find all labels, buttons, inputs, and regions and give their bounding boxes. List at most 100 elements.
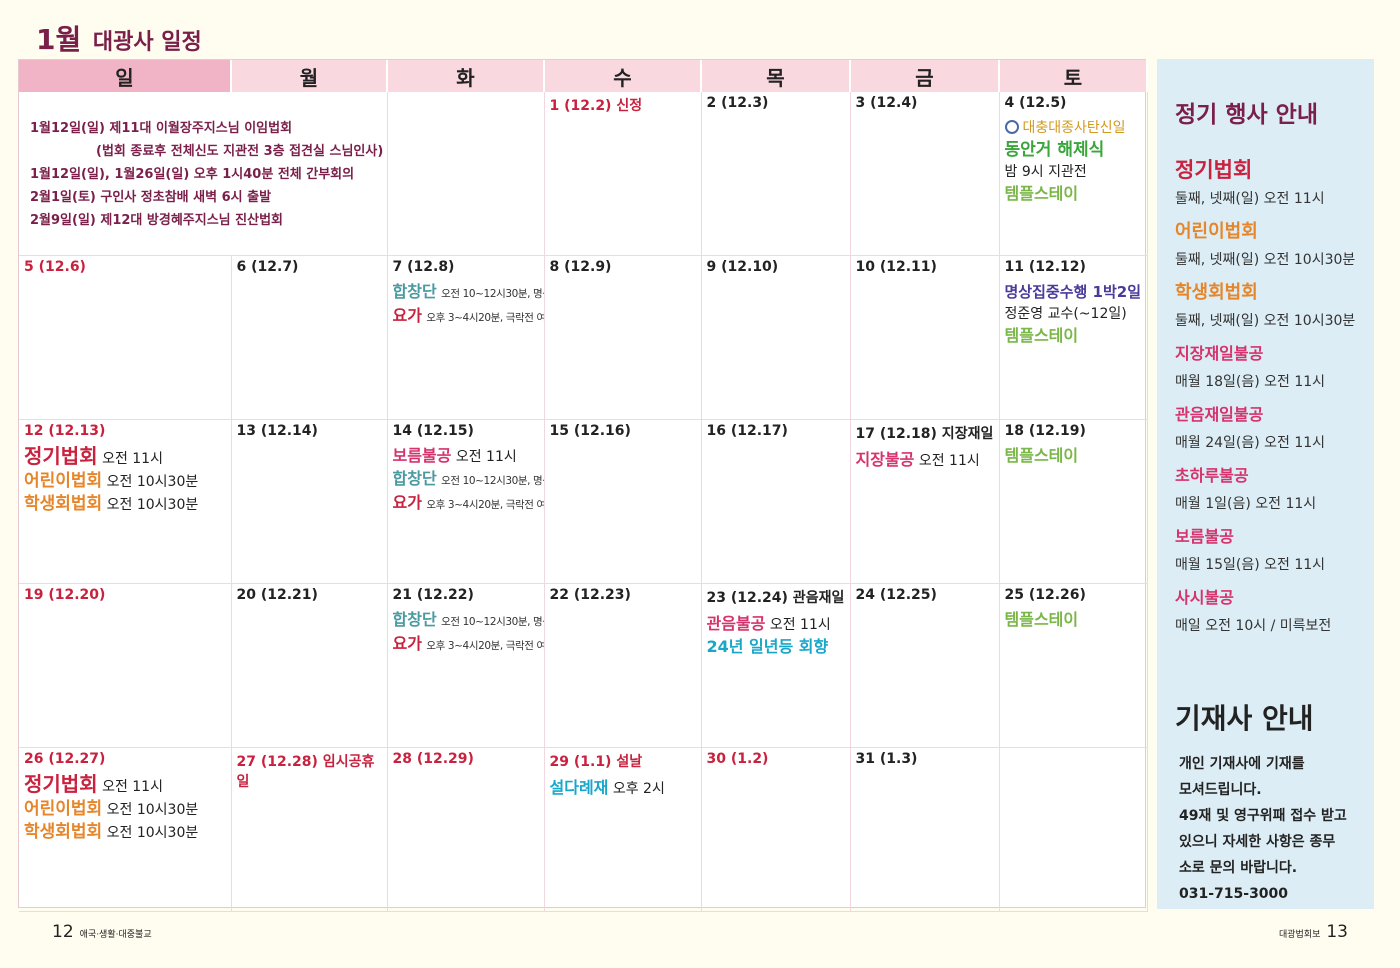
day-number: 31 (1.3) bbox=[855, 750, 918, 767]
memorial-title: 기재사 안내 bbox=[1175, 702, 1314, 735]
day-cell-28[interactable]: 28 (12.29) bbox=[387, 747, 545, 912]
day-cell-30[interactable]: 30 (1.2) bbox=[701, 747, 851, 912]
week-5: 26 (12.27) 정기법회 오전 11시 어린이법회 오전 10시30분 학… bbox=[19, 747, 1148, 912]
day-cell-26[interactable]: 26 (12.27) 정기법회 오전 11시 어린이법회 오전 10시30분 학… bbox=[19, 747, 232, 912]
event-text: 관음불공 bbox=[706, 613, 766, 633]
day-cell-9[interactable]: 9 (12.10) bbox=[701, 255, 851, 420]
event-text: 템플스테이 bbox=[1004, 184, 1079, 203]
day-number: 29 (1.1) 설날 bbox=[549, 753, 643, 770]
event-name: 보름불공 bbox=[1175, 527, 1234, 546]
day-cell-7[interactable]: 7 (12.8) 합창단 오전 10~12시30분, 명상대 강의실 요가 오후… bbox=[387, 255, 545, 420]
day-number: 23 (12.24) 관음재일 bbox=[706, 589, 845, 606]
event-name: 관음재일불공 bbox=[1175, 405, 1264, 424]
day-number: 27 (12.28) 임시공휴일 bbox=[236, 753, 375, 790]
day-cell-14[interactable]: 14 (12.15) 보름불공 오전 11시 합창단 오전 10~12시30분,… bbox=[387, 419, 545, 584]
weekday-wed: 수 bbox=[544, 60, 702, 92]
event-detail: 오전 10~12시30분, 명상대 강의실 bbox=[441, 287, 543, 300]
day-number: 9 (12.10) bbox=[706, 258, 779, 275]
day-number: 25 (12.26) bbox=[1004, 586, 1086, 603]
weekday-sat: 토 bbox=[999, 60, 1148, 92]
event-name: 사시불공 bbox=[1175, 588, 1234, 607]
event-desc: 둘째, 넷째(일) 오전 10시30분 bbox=[1175, 313, 1356, 329]
event-text: 요가 bbox=[392, 305, 422, 325]
phone-number: 031-715-3000 bbox=[1179, 886, 1289, 902]
day-cell-31[interactable]: 31 (1.3) bbox=[850, 747, 1000, 912]
day-cell-10[interactable]: 10 (12.11) bbox=[850, 255, 1000, 420]
event-text: 템플스테이 bbox=[1004, 325, 1079, 345]
event-text: 정기법회 bbox=[24, 443, 98, 468]
event-text: 보름불공 bbox=[392, 445, 452, 465]
footer-slogan: 애국·생활·대중불교 bbox=[79, 930, 152, 940]
day-cell-16[interactable]: 16 (12.17) bbox=[701, 419, 851, 584]
day-number: 14 (12.15) bbox=[392, 422, 474, 439]
event-desc: 둘째, 넷째(일) 오전 11시 bbox=[1175, 191, 1325, 207]
event-detail: 오후 3~4시20분, 극락전 여시관 bbox=[426, 311, 543, 324]
day-cell-15[interactable]: 15 (12.16) bbox=[544, 419, 702, 584]
day-cell-22[interactable]: 22 (12.23) bbox=[544, 583, 702, 748]
weekday-sun: 일 bbox=[19, 60, 232, 92]
publication-name: 대광법회보 bbox=[1278, 930, 1321, 940]
event-text: 대충대종사탄신일 bbox=[1022, 120, 1126, 136]
memorial-line: 모셔드립니다. bbox=[1179, 782, 1262, 798]
event-detail: 오전 10시30분 bbox=[106, 473, 199, 490]
day-cell-29[interactable]: 29 (1.1) 설날 설다례재 오후 2시 bbox=[544, 747, 702, 912]
memorial-text: 개인 기재사에 기재를 모셔드립니다. 49재 및 영구위패 접수 받고 있으니… bbox=[1175, 751, 1359, 907]
day-cell-12[interactable]: 12 (12.13) 정기법회 오전 11시 어린이법회 오전 10시30분 학… bbox=[19, 419, 232, 584]
day-cell-13[interactable]: 13 (12.14) bbox=[231, 419, 388, 584]
day-cell-8[interactable]: 8 (12.9) bbox=[544, 255, 702, 420]
notice-line: 2월9일(일) 제12대 방경혜주지스님 진산법회 bbox=[30, 213, 284, 228]
event-desc: 매월 15일(음) 오전 11시 bbox=[1175, 557, 1326, 573]
day-cell-19[interactable]: 19 (12.20) bbox=[19, 583, 232, 748]
day-cell-6[interactable]: 6 (12.7) bbox=[231, 255, 388, 420]
day-cell-24[interactable]: 24 (12.25) bbox=[850, 583, 1000, 748]
day-number: 2 (12.3) bbox=[706, 95, 769, 111]
event-name: 어린이법회 bbox=[1175, 221, 1258, 242]
day-cell-21[interactable]: 21 (12.22) 합창단 오전 10~12시30분, 명상대 강의실 요가 … bbox=[387, 583, 545, 748]
event-text: 24년 일년등 회향 bbox=[706, 636, 829, 656]
event-detail: 오전 10~12시30분, 명상대 강의실 bbox=[441, 474, 543, 487]
event-text: 정준영 교수(~12일) bbox=[1004, 305, 1127, 322]
page-number: 13 bbox=[1326, 922, 1348, 942]
event-desc: 매월 18일(음) 오전 11시 bbox=[1175, 374, 1326, 390]
day-cell-20[interactable]: 20 (12.21) bbox=[231, 583, 388, 748]
day-cell-25[interactable]: 25 (12.26) 템플스테이 bbox=[999, 583, 1148, 748]
event-desc: 둘째, 넷째(일) 오전 10시30분 bbox=[1175, 252, 1356, 268]
dharma-wheel-icon bbox=[1004, 120, 1019, 134]
event-text: 합창단 bbox=[392, 468, 437, 488]
page-title: 1월 대광사 일정 bbox=[36, 24, 202, 59]
day-cell-empty bbox=[999, 747, 1148, 912]
day-cell-2[interactable]: 2 (12.3) bbox=[701, 92, 851, 256]
sidebar: 정기 행사 안내 정기법회 둘째, 넷째(일) 오전 11시 어린이법회 둘째,… bbox=[1157, 59, 1374, 909]
day-cell-17[interactable]: 17 (12.18) 지장재일 지장불공 오전 11시 bbox=[850, 419, 1000, 584]
day-number: 15 (12.16) bbox=[549, 422, 631, 439]
day-cell-23[interactable]: 23 (12.24) 관음재일 관음불공 오전 11시 24년 일년등 회향 bbox=[701, 583, 851, 748]
week-3: 12 (12.13) 정기법회 오전 11시 어린이법회 오전 10시30분 학… bbox=[19, 419, 1148, 584]
event-desc: 매월 1일(음) 오전 11시 bbox=[1175, 496, 1317, 512]
event-detail: 오전 10~12시30분, 명상대 강의실 bbox=[441, 615, 543, 628]
day-number: 12 (12.13) bbox=[24, 422, 106, 439]
event-text: 어린이법회 bbox=[24, 798, 103, 819]
day-number: 21 (12.22) bbox=[392, 586, 474, 603]
event-detail: 오전 11시 bbox=[769, 616, 831, 633]
day-cell-27[interactable]: 27 (12.28) 임시공휴일 bbox=[231, 747, 388, 912]
day-cell-5[interactable]: 5 (12.6) bbox=[19, 255, 232, 420]
notice-box: 1월12일(일) 제11대 이월장주지스님 이임법회 (법회 종료후 전체신도 … bbox=[19, 92, 388, 256]
event-text: 학생회법회 bbox=[24, 821, 103, 842]
event-name: 학생회법회 bbox=[1175, 282, 1258, 303]
weekday-mon: 월 bbox=[231, 60, 388, 92]
day-cell-4[interactable]: 4 (12.5) 대충대종사탄신일 동안거 해제식 밤 9시 지관전 템플스테이 bbox=[999, 92, 1148, 256]
day-number: 20 (12.21) bbox=[236, 586, 318, 603]
day-cell-18[interactable]: 18 (12.19) 템플스테이 bbox=[999, 419, 1148, 584]
day-cell-1[interactable]: 1 (12.2) 신정 bbox=[544, 92, 702, 256]
day-number: 16 (12.17) bbox=[706, 422, 788, 439]
weekday-thu: 목 bbox=[701, 60, 851, 92]
event-detail: 오전 11시 bbox=[102, 778, 163, 795]
event-text: 학생회법회 bbox=[24, 493, 103, 514]
day-number: 13 (12.14) bbox=[236, 422, 318, 439]
day-cell-11[interactable]: 11 (12.12) 명상집중수행 1박2일 정준영 교수(~12일) 템플스테… bbox=[999, 255, 1148, 420]
event-text: 템플스테이 bbox=[1004, 445, 1079, 465]
day-cell-3[interactable]: 3 (12.4) bbox=[850, 92, 1000, 256]
memorial-line: 49재 및 영구위패 접수 받고 bbox=[1179, 808, 1347, 824]
day-number: 6 (12.7) bbox=[236, 258, 299, 275]
event-name: 초하루불공 bbox=[1175, 466, 1249, 485]
